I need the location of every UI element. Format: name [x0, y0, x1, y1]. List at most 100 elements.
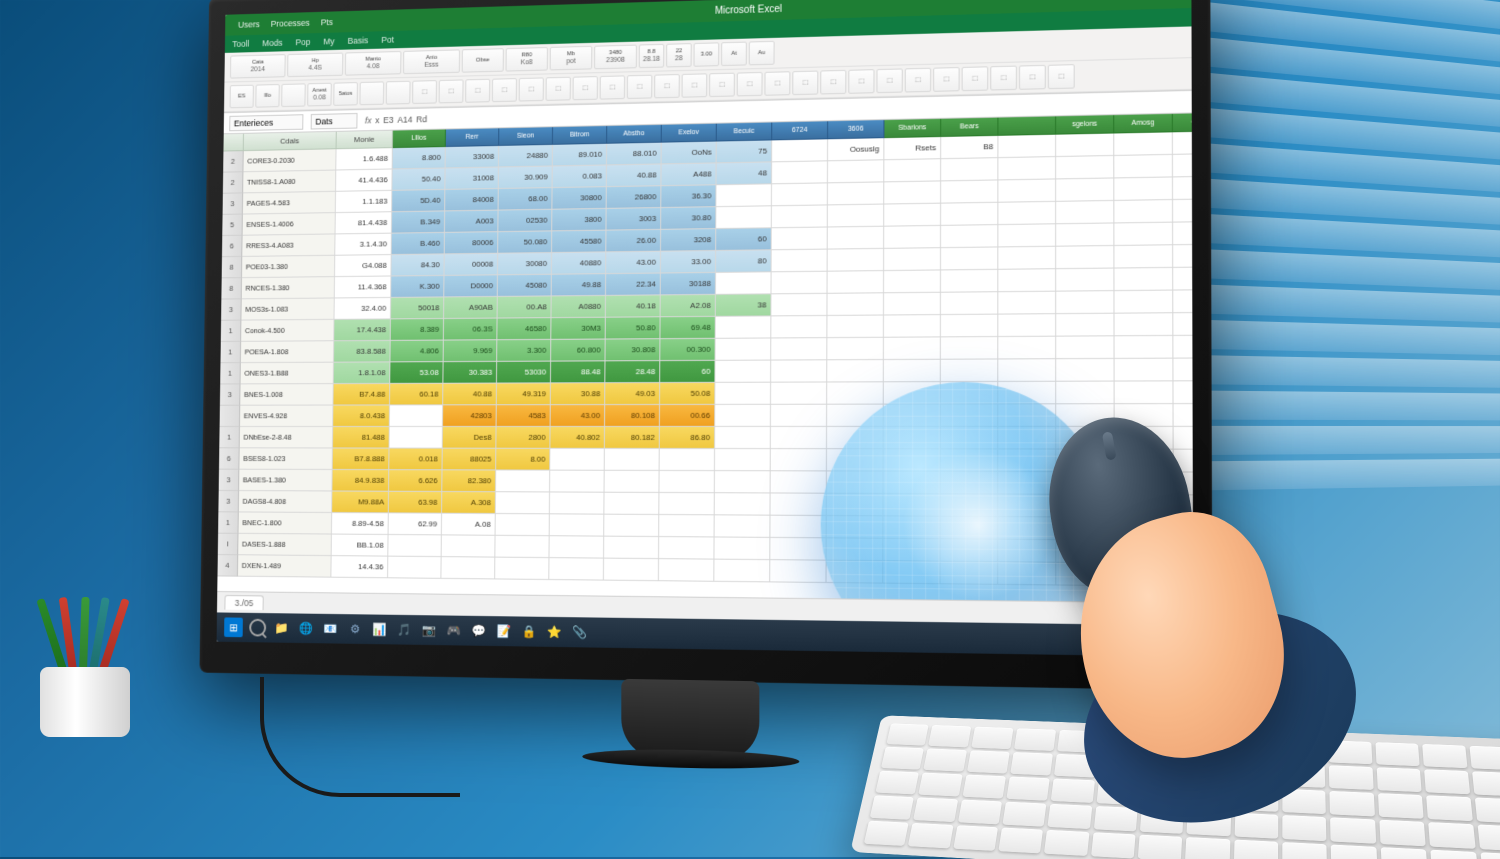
cell[interactable]	[550, 492, 605, 514]
cell[interactable]	[828, 227, 884, 250]
cell[interactable]	[1115, 336, 1174, 359]
cell[interactable]	[714, 560, 770, 583]
cell[interactable]: Conok-4.500	[241, 320, 334, 342]
cell[interactable]	[496, 514, 550, 536]
cell[interactable]	[771, 338, 827, 360]
cell[interactable]	[827, 338, 884, 361]
ribbon-button[interactable]: ⬚	[709, 73, 735, 97]
cell[interactable]	[941, 539, 999, 562]
cell[interactable]	[998, 157, 1056, 180]
cell[interactable]: B.349	[392, 211, 445, 233]
row-header[interactable]: 5	[222, 215, 243, 236]
cell[interactable]: D0000	[444, 275, 498, 297]
cell[interactable]: 9.969	[444, 340, 498, 362]
cell[interactable]	[1174, 404, 1194, 427]
cell[interactable]	[605, 471, 660, 493]
cell[interactable]	[388, 535, 442, 557]
cell[interactable]	[941, 292, 998, 315]
cell[interactable]	[1056, 382, 1114, 405]
cell[interactable]	[1056, 156, 1114, 179]
cell[interactable]: 3.300	[497, 340, 551, 362]
ribbon-button[interactable]: ⬚	[1048, 64, 1075, 89]
cell[interactable]	[1173, 199, 1193, 223]
cell[interactable]: 14.4.36	[331, 556, 388, 578]
cell[interactable]: 30M3	[551, 318, 606, 340]
taskbar-icon[interactable]: 🌐	[297, 618, 316, 638]
cell[interactable]: 43.00	[606, 252, 661, 274]
cell[interactable]: 81.4.438	[335, 212, 392, 234]
cell[interactable]: 83.8.588	[334, 341, 391, 363]
cell[interactable]	[884, 204, 941, 227]
cell[interactable]: 80	[716, 250, 772, 273]
cell[interactable]	[827, 494, 884, 517]
cell[interactable]	[716, 338, 772, 360]
cell[interactable]: 32.4.00	[334, 298, 391, 320]
cell[interactable]: 24880	[499, 145, 553, 168]
cell[interactable]	[1056, 336, 1114, 359]
cell[interactable]: 48	[716, 162, 772, 185]
cell[interactable]: 69.48	[660, 317, 715, 339]
cell[interactable]: 88.010	[607, 143, 662, 166]
cell[interactable]	[715, 383, 771, 405]
titlebar-item[interactable]: Processes	[265, 18, 315, 29]
row-header[interactable]: 6	[222, 236, 243, 257]
ribbon-button[interactable]: Manto4.08	[345, 51, 402, 76]
ribbon-button[interactable]: Cata2014	[230, 54, 286, 78]
cell[interactable]	[1173, 313, 1193, 336]
col-header[interactable]: eslons	[1173, 113, 1193, 132]
cell[interactable]: 22.34	[606, 274, 661, 296]
cell[interactable]: 26800	[607, 186, 662, 209]
row-header[interactable]: 3	[223, 193, 244, 214]
cell[interactable]	[827, 316, 884, 339]
cell[interactable]	[1173, 290, 1193, 313]
select-all[interactable]	[223, 134, 243, 152]
spreadsheet-grid[interactable]: CdalsMonieLlliosRerrSieonBitromAbsthoExe…	[217, 113, 1193, 602]
row-header[interactable]: 2	[223, 172, 244, 193]
cell[interactable]: 82.380	[442, 470, 496, 492]
cell[interactable]	[1173, 245, 1193, 268]
cell[interactable]	[715, 427, 771, 449]
sheet-tab[interactable]: 3./05	[224, 595, 263, 610]
menu-item[interactable]: Tooll	[232, 39, 249, 49]
cell[interactable]	[1056, 223, 1114, 246]
col-header[interactable]	[998, 116, 1056, 135]
cell[interactable]	[884, 270, 941, 293]
cell[interactable]	[998, 517, 1056, 540]
cell[interactable]	[827, 516, 884, 539]
cell[interactable]	[390, 405, 443, 427]
cell[interactable]	[659, 493, 714, 515]
cell[interactable]: B.460	[392, 233, 445, 255]
row-header[interactable]: 1	[220, 342, 241, 363]
cell[interactable]	[772, 205, 828, 228]
cell[interactable]	[772, 139, 828, 162]
cell[interactable]	[1173, 154, 1193, 178]
cell[interactable]: 40.88	[443, 384, 497, 406]
col-header[interactable]: Sbarions	[884, 119, 941, 138]
cell[interactable]: A.308	[442, 492, 496, 514]
ribbon-button[interactable]: ⬚	[1019, 65, 1046, 90]
ribbon-button[interactable]: 348023908	[594, 45, 637, 70]
ribbon-button[interactable]: ES	[230, 85, 254, 109]
cell[interactable]: Des8	[443, 427, 497, 449]
cell[interactable]: 42803	[443, 405, 497, 427]
cell[interactable]	[604, 493, 659, 515]
cell[interactable]	[998, 404, 1056, 427]
cell[interactable]	[388, 557, 442, 579]
cell[interactable]	[771, 427, 827, 449]
cell[interactable]	[998, 472, 1056, 495]
cell[interactable]	[998, 292, 1056, 315]
cell[interactable]	[827, 382, 884, 404]
col-header[interactable]: 3606	[828, 120, 884, 139]
cell[interactable]	[716, 316, 772, 338]
cell[interactable]	[772, 250, 828, 273]
col-header[interactable]: Rerr	[446, 128, 500, 147]
ribbon-button[interactable]: ⬚	[682, 73, 708, 97]
cell[interactable]: 8.00	[496, 449, 550, 471]
cell[interactable]	[715, 471, 771, 493]
fx-label[interactable]: fx	[365, 115, 372, 125]
ribbon-button[interactable]: 5atos	[333, 82, 358, 106]
cell[interactable]	[771, 294, 827, 317]
cell[interactable]	[715, 493, 771, 515]
ribbon-button[interactable]: ⬚	[654, 74, 680, 98]
ribbon-button[interactable]: 2228	[666, 43, 692, 67]
